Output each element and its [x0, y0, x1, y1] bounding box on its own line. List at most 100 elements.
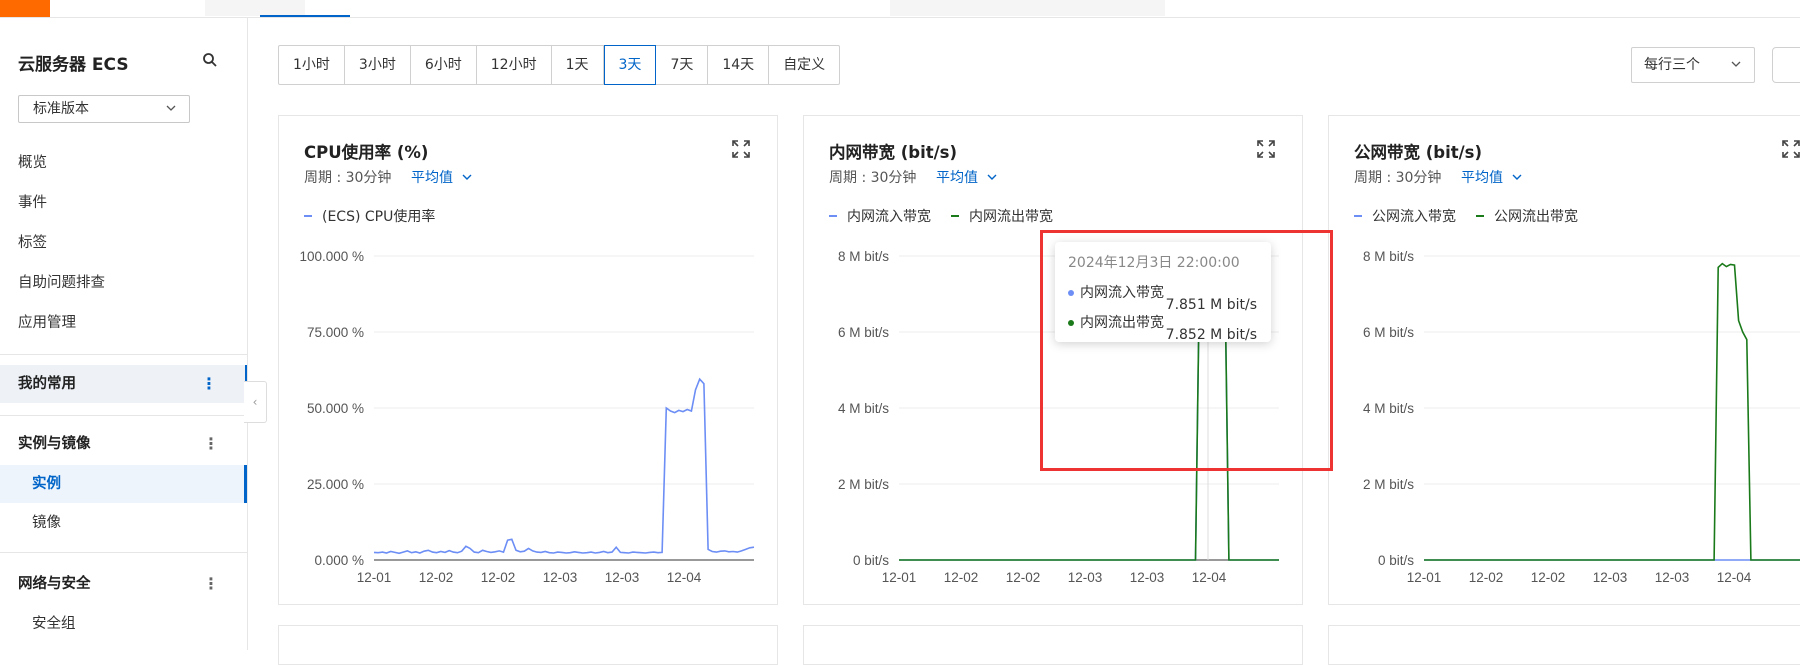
metric-card: CPU使用率 (%) 周期 : 30分钟 平均值 (ECS) CPU使用率 0.000 …: [278, 115, 778, 605]
chart-plot[interactable]: 0 bit/s 2 M bit/s 4 M bit/s 6 M bit/s 8 M bi…: [1329, 226, 1800, 606]
y-tick-label: 8 M bit/s: [1363, 249, 1414, 264]
y-tick-label: 50.000 %: [307, 401, 364, 416]
y-tick-label: 4 M bit/s: [838, 401, 889, 416]
legend-item[interactable]: 内网流入带宽: [829, 206, 931, 226]
collapse-sidebar-button[interactable]: ‹: [244, 381, 267, 423]
x-tick-label: 12-02: [419, 570, 454, 585]
search-icon[interactable]: [202, 52, 218, 68]
time-range-option[interactable]: 自定义: [769, 46, 839, 84]
more-icon[interactable]: ⋮: [203, 426, 219, 462]
top-search-field[interactable]: [890, 0, 1165, 16]
time-range-option[interactable]: 7天: [656, 46, 709, 84]
top-tab[interactable]: [205, 0, 305, 16]
chart-legend: 内网流入带宽 内网流出带宽: [829, 206, 1053, 226]
x-tick-label: 12-01: [882, 570, 917, 585]
expand-icon[interactable]: [1781, 139, 1800, 159]
time-range-option[interactable]: 1小时: [279, 46, 345, 84]
chevron-down-icon: [462, 174, 472, 180]
more-icon[interactable]: ⋮: [201, 365, 217, 403]
sidebar-group-favorites[interactable]: 我的常用 ⋮: [0, 365, 247, 403]
x-tick-label: 12-02: [1006, 570, 1041, 585]
aggregation-select[interactable]: 平均值: [936, 167, 998, 187]
refresh-button[interactable]: [1772, 47, 1800, 83]
sidebar-item-label: 镜像: [32, 515, 61, 531]
sidebar-group-instances-images[interactable]: 实例与镜像 ⋮: [0, 426, 247, 462]
metric-card: 公网带宽 (bit/s) 周期 : 30分钟 平均值 公网流入带宽 公网流出带宽 0 bi…: [1328, 115, 1800, 605]
sidebar-item-tags[interactable]: 标签: [0, 225, 247, 261]
time-range-option[interactable]: 14天: [708, 46, 770, 84]
time-range-selector: 1小时 3小时 6小时 12小时 1天 3天 7天 14天 自定义: [278, 45, 841, 85]
sidebar-item-label: 自助问题排查: [18, 275, 105, 291]
sidebar-item-label: 实例: [32, 476, 61, 492]
legend-swatch: [951, 215, 959, 217]
sidebar-item-label: 事件: [18, 195, 47, 211]
sidebar-group-label: 我的常用: [18, 376, 76, 392]
brand-logo[interactable]: [0, 0, 50, 17]
x-tick-label: 12-04: [1192, 570, 1227, 585]
sidebar-item-events[interactable]: 事件: [0, 185, 247, 221]
legend-item[interactable]: (ECS) CPU使用率: [304, 206, 435, 226]
x-tick-label: 12-04: [667, 570, 702, 585]
legend-swatch: [1354, 215, 1362, 217]
sidebar: 云服务器 ECS 标准版本 概览 事件 标签 自助问题排查 应用管理 我的常用 …: [0, 18, 248, 650]
sidebar-title: 云服务器 ECS: [18, 55, 129, 75]
legend-label: 内网流出带宽: [969, 209, 1053, 225]
sidebar-divider: [0, 415, 247, 416]
active-tab-indicator: [260, 15, 350, 17]
time-range-option[interactable]: 6小时: [411, 46, 477, 84]
aggregation-select[interactable]: 平均值: [411, 167, 473, 187]
aggregation-select[interactable]: 平均值: [1461, 167, 1523, 187]
y-tick-label: 2 M bit/s: [1363, 477, 1414, 492]
chart-plot[interactable]: 0.000 % 25.000 % 50.000 % 75.000 % 100.000 %…: [279, 226, 779, 606]
legend-item[interactable]: 公网流入带宽: [1354, 206, 1456, 226]
sidebar-item-security-groups[interactable]: 安全组: [0, 606, 247, 642]
sidebar-item-troubleshoot[interactable]: 自助问题排查: [0, 265, 247, 301]
x-tick-label: 12-03: [605, 570, 640, 585]
time-range-option[interactable]: 12小时: [477, 46, 552, 84]
more-icon[interactable]: ⋮: [203, 566, 219, 602]
chevron-down-icon: [1512, 174, 1522, 180]
time-range-option[interactable]: 3小时: [345, 46, 411, 84]
sidebar-item-images[interactable]: 镜像: [0, 505, 247, 541]
card-period: 周期 : 30分钟: [1354, 170, 1442, 186]
sidebar-item-overview[interactable]: 概览: [0, 145, 247, 181]
x-tick-label: 12-01: [357, 570, 392, 585]
expand-icon[interactable]: [731, 139, 751, 159]
legend-label: 公网流出带宽: [1494, 209, 1578, 225]
legend-label: 内网流入带宽: [847, 209, 931, 225]
x-tick-label: 12-02: [481, 570, 516, 585]
chart-legend: 公网流入带宽 公网流出带宽: [1354, 206, 1578, 226]
chevron-down-icon: [166, 105, 176, 111]
legend-item[interactable]: 公网流出带宽: [1476, 206, 1578, 226]
per-row-select[interactable]: 每行三个: [1631, 47, 1755, 83]
x-tick-label: 12-03: [1130, 570, 1165, 585]
card-title: 内网带宽 (bit/s): [829, 143, 958, 162]
version-select[interactable]: 标准版本: [18, 95, 190, 123]
sidebar-item-label: 安全组: [32, 616, 76, 632]
y-tick-label: 100.000 %: [299, 249, 364, 264]
sidebar-divider: [0, 552, 247, 553]
card-period: 周期 : 30分钟: [829, 170, 917, 186]
sidebar-item-label: 应用管理: [18, 315, 76, 331]
legend-item[interactable]: 内网流出带宽: [951, 206, 1053, 226]
sidebar-group-network-security[interactable]: 网络与安全 ⋮: [0, 566, 247, 602]
legend-swatch: [1476, 215, 1484, 217]
time-range-option[interactable]: 1天: [552, 46, 604, 84]
sidebar-group-label: 实例与镜像: [18, 436, 91, 452]
series-line: [373, 377, 755, 555]
x-tick-label: 12-02: [1469, 570, 1504, 585]
x-tick-label: 12-03: [1655, 570, 1690, 585]
time-range-option[interactable]: 3天: [603, 45, 657, 85]
sidebar-item-app-management[interactable]: 应用管理: [0, 305, 247, 341]
y-tick-label: 4 M bit/s: [1363, 401, 1414, 416]
metric-card-placeholder: [278, 625, 778, 665]
y-tick-label: 0 bit/s: [853, 553, 889, 568]
sidebar-divider: [0, 354, 247, 355]
sidebar-item-instances[interactable]: 实例: [0, 465, 247, 503]
expand-icon[interactable]: [1256, 139, 1276, 159]
sidebar-group-label: 网络与安全: [18, 576, 91, 592]
top-bar: [0, 0, 1800, 18]
x-tick-label: 12-03: [1068, 570, 1103, 585]
legend-label: (ECS) CPU使用率: [322, 209, 436, 225]
x-tick-label: 12-02: [1531, 570, 1566, 585]
